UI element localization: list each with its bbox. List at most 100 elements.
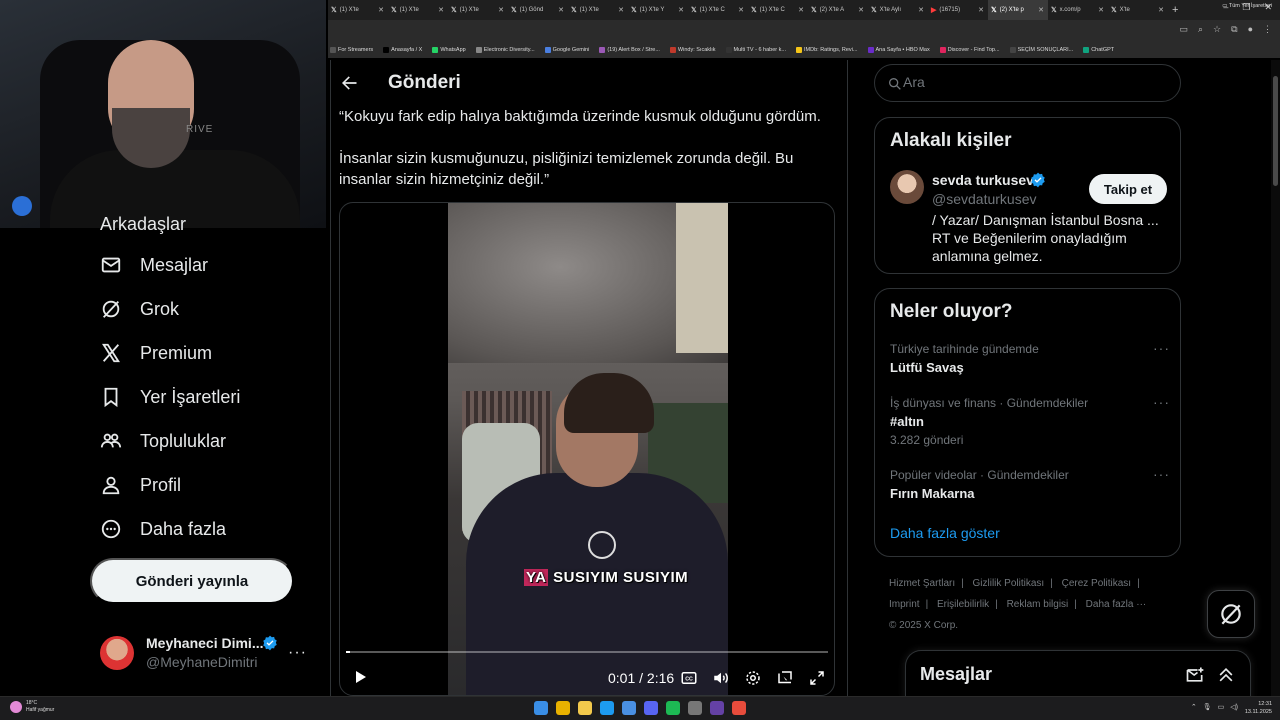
sidebar-item-yer-i-aretleri[interactable]: Yer İşaretleri [100,385,240,409]
search-input[interactable] [903,74,1163,90]
taskbar-app-icon[interactable] [688,701,702,715]
search-box[interactable] [874,64,1181,102]
browser-tab[interactable]: 𝕏x.com/p ✕ [1048,0,1108,20]
follow-button[interactable]: Takip et [1089,174,1167,204]
bookmark-item[interactable]: WhatsApp [432,47,466,53]
compose-message-icon[interactable] [1185,665,1205,685]
system-clock[interactable]: 12:31 13.11.2025 [1245,700,1272,716]
browser-tab[interactable]: 𝕏 (1) X'te ✕ [568,0,628,20]
browser-tab[interactable]: 𝕏 (2) X'te p ✕ [988,0,1048,20]
new-tab-icon[interactable]: + [1172,4,1178,16]
zoom-icon[interactable]: ⌕ [1198,24,1203,35]
sidebar-item-topluluklar[interactable]: Topluluklar [100,429,226,453]
bookmark-item[interactable]: Discover - Find Top... [939,47,1000,53]
bookmark-item[interactable]: IMDb: Ratings, Revi... [796,47,858,53]
bookmark-item[interactable]: Multi TV - 6 haber k... [725,47,786,53]
profile-avatar-icon[interactable]: ● [1248,24,1253,35]
sidebar-item-premium[interactable]: Premium [100,341,212,365]
browser-tab[interactable]: 𝕏 (1) X'te Y ✕ [628,0,688,20]
sidebar-item-profil[interactable]: Profil [100,473,181,497]
post-button[interactable]: Gönderi yayınla [90,558,294,604]
scrollbar-thumb[interactable] [1273,76,1278,186]
tab-close-icon[interactable]: ✕ [858,6,864,14]
video-progress-bar[interactable] [346,651,828,653]
sidebar-item-grok[interactable]: Grok [100,297,179,321]
browser-tab[interactable]: 𝕏 (1) Gönd ✕ [508,0,568,20]
picture-in-picture-icon[interactable] [776,669,794,687]
bookmark-star-icon[interactable]: ☆ [1213,24,1221,35]
speaker-icon[interactable]: ◁) [1230,703,1238,711]
expand-up-icon[interactable] [1216,665,1236,685]
bookmark-item[interactable]: Ana Sayfa • HBO Max [867,47,930,53]
taskbar-app-icon[interactable] [578,701,592,715]
trend-more-icon[interactable]: ··· [1153,394,1170,410]
play-icon[interactable] [352,669,368,685]
bookmark-item[interactable]: (19) Alert Box / Stre... [599,47,660,53]
page-scrollbar[interactable] [1271,60,1280,696]
bookmark-item[interactable]: Electronic Diversity... [475,47,535,53]
bookmark-item[interactable]: For Streamers [330,47,373,53]
tab-close-icon[interactable]: ✕ [378,6,384,14]
browser-tab[interactable]: 𝕏 (2) X'te A ✕ [808,0,868,20]
browser-tab[interactable]: ▶ (16715) ✕ [928,0,988,20]
browser-tab[interactable]: 𝕏 X'te Aylı ✕ [868,0,928,20]
tab-close-icon[interactable]: ✕ [918,6,924,14]
person-name[interactable]: sevda turkusev [932,172,1034,188]
tab-close-icon[interactable]: ✕ [678,6,684,14]
tab-close-icon[interactable]: ✕ [738,6,744,14]
nav-item-partial[interactable]: Arkadaşlar [100,214,186,234]
taskbar-app-icon[interactable] [666,701,680,715]
browser-tab[interactable]: 𝕏 (1) X'te C ✕ [688,0,748,20]
taskbar-app-icon[interactable] [644,701,658,715]
footer-link[interactable]: Hizmet Şartları [889,578,955,589]
footer-link[interactable]: Gizlilik Politikası [973,578,1045,589]
tab-close-icon[interactable]: ✕ [438,6,444,14]
trend-more-icon[interactable]: ··· [1153,466,1170,482]
taskbar-app-icon[interactable] [534,701,548,715]
volume-icon[interactable] [712,669,730,687]
captions-icon[interactable]: CC [680,669,698,687]
cast-icon[interactable]: ▭ [1179,24,1188,35]
settings-gear-icon[interactable] [744,669,762,687]
taskbar-app-icon[interactable] [622,701,636,715]
taskbar-app-icon[interactable] [732,701,746,715]
grok-floating-button[interactable] [1207,590,1255,638]
browser-tab[interactable]: 𝕏 (1) X'te ✕ [388,0,448,20]
footer-link[interactable]: Imprint [889,599,920,610]
bookmarks-all[interactable]: ▭ Tüm Yer İşaretleri [1222,3,1272,9]
tab-close-icon[interactable]: ✕ [1038,6,1044,14]
bookmark-item[interactable]: Google Gemini [544,47,589,53]
trend-item[interactable]: Popüler videolar · Gündemdekiler Fırın M… [890,466,1170,501]
tab-close-icon[interactable]: ✕ [798,6,804,14]
bookmark-item[interactable]: SEÇİM SONUÇLARI... [1009,47,1073,53]
tab-close-icon[interactable]: ✕ [558,6,564,14]
messages-drawer[interactable]: Mesajlar [905,650,1251,700]
tray-chevron-icon[interactable]: ⌃ [1191,703,1197,711]
tab-close-icon[interactable]: ✕ [1098,6,1104,14]
account-more-icon[interactable]: ··· [288,644,307,662]
taskbar-app-icon[interactable] [556,701,570,715]
back-arrow-icon[interactable] [339,73,359,93]
avatar[interactable] [890,170,924,204]
tab-close-icon[interactable]: ✕ [618,6,624,14]
network-icon[interactable]: ▭ [1218,703,1225,711]
microphone-icon[interactable]: 🎙 [1203,703,1212,711]
account-switcher[interactable]: Meyhaneci Dimi... @MeyhaneDimitri ··· [100,632,310,676]
footer-link[interactable]: Erişilebilirlik [937,599,989,610]
footer-link[interactable]: Çerez Politikası [1062,578,1131,589]
browser-tab[interactable]: 𝕏 X'te ✕ [1108,0,1168,20]
browser-tab[interactable]: 𝕏 (1) X'te C ✕ [748,0,808,20]
browser-tab[interactable]: 𝕏 (1) X'te ✕ [448,0,508,20]
tab-close-icon[interactable]: ✕ [978,6,984,14]
trend-item[interactable]: İş dünyası ve finans · Gündemdekiler #al… [890,394,1170,447]
trend-item[interactable]: Türkiye tarihinde gündemde Lütfü Savaş ·… [890,340,1170,375]
trend-more-icon[interactable]: ··· [1153,340,1170,356]
bookmark-item[interactable]: ChatGPT [1083,47,1114,53]
footer-link[interactable]: Reklam bilgisi [1007,599,1069,610]
show-more-link[interactable]: Daha fazla göster [890,525,1000,541]
taskbar-app-icon[interactable] [710,701,724,715]
browser-menu-icon[interactable]: ⋮ [1263,24,1272,35]
fullscreen-icon[interactable] [808,669,826,687]
tab-close-icon[interactable]: ✕ [1158,6,1164,14]
tab-close-icon[interactable]: ✕ [498,6,504,14]
